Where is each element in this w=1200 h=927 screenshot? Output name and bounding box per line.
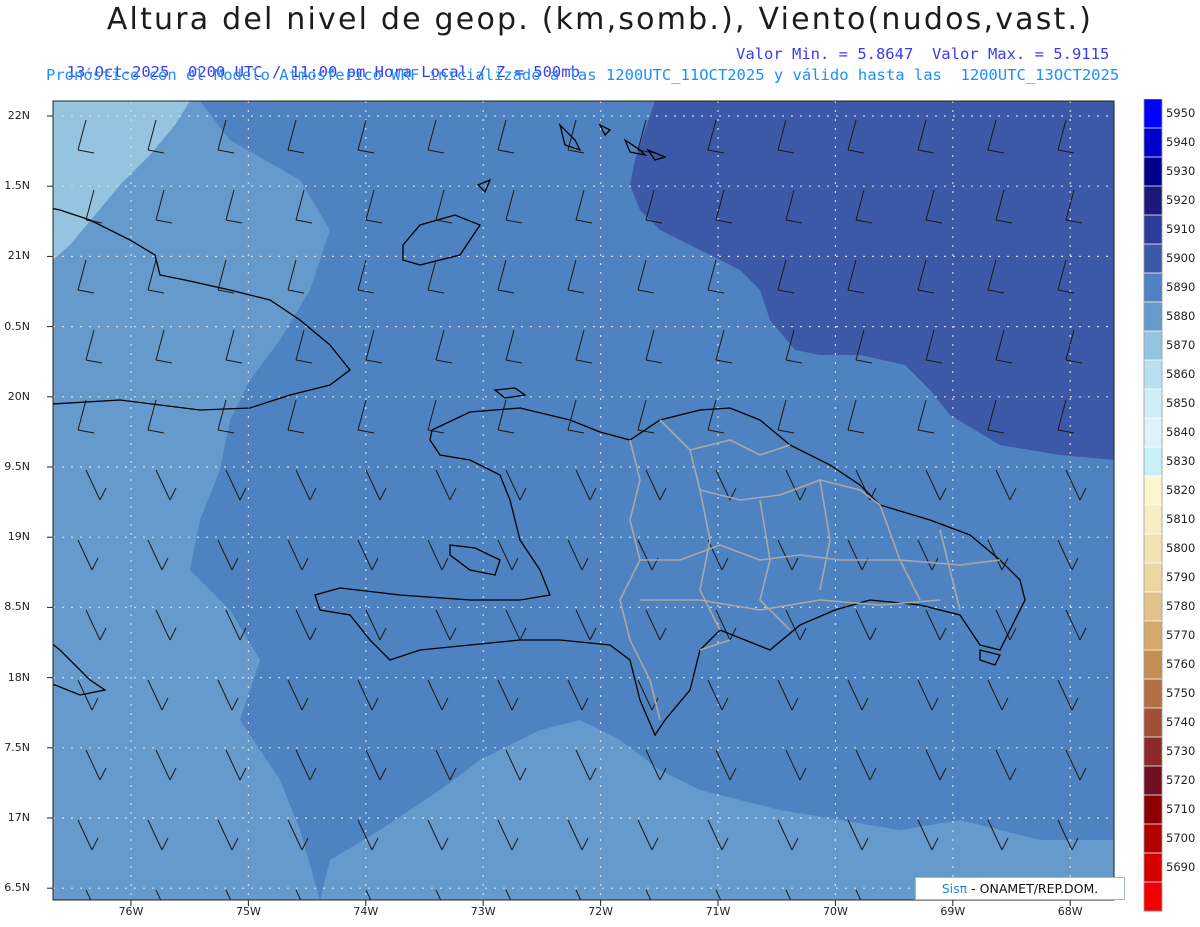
latitude-label: 19N	[7, 530, 30, 544]
latitude-label: 18N	[7, 670, 30, 684]
colorbar-level-label: 5910	[1166, 222, 1196, 236]
longitude-label: 76W	[118, 905, 144, 918]
colorbar-level-label: 5900	[1166, 251, 1196, 265]
colorbar-level-label: 5730	[1166, 744, 1196, 758]
longitude-label: 74W	[353, 905, 379, 918]
latitude-label: 22N	[7, 109, 30, 122]
colorbar-swatch	[1144, 505, 1162, 535]
colorbar-level-label: 5770	[1166, 628, 1196, 642]
longitude-label: 68W	[1057, 905, 1083, 918]
colorbar-level-label: 5760	[1166, 657, 1196, 671]
colorbar-swatch	[1144, 302, 1162, 332]
colorbar-level-label: 5800	[1166, 541, 1196, 555]
colorbar-swatch	[1144, 853, 1162, 883]
colorbar-level-label: 5780	[1166, 599, 1196, 613]
colorbar-swatch	[1144, 534, 1162, 564]
latitude-label: 9.5N	[4, 460, 30, 473]
latitude-label: 1.5N	[4, 179, 30, 193]
latitude-label: 7.5N	[4, 740, 30, 754]
colorbar-swatch	[1144, 824, 1162, 854]
credit-box: Sisπ - ONAMET/REP.DOM.	[915, 877, 1125, 900]
colorbar-level-label: 5820	[1166, 483, 1196, 497]
colorbar-level-label: 5790	[1166, 570, 1196, 584]
colorbar-level-label: 5740	[1166, 715, 1196, 729]
colorbar-swatch	[1144, 795, 1162, 825]
colorbar-swatch	[1144, 244, 1162, 274]
brand-logo-text: Sisπ	[941, 881, 968, 896]
colorbar-level-label: 5700	[1166, 831, 1196, 845]
colorbar-swatch	[1144, 447, 1162, 477]
colorbar-level-label: 5710	[1166, 802, 1196, 816]
credit-text: - ONAMET/REP.DOM.	[971, 881, 1099, 896]
colorbar-level-label: 5860	[1166, 367, 1196, 381]
colorbar-level-label: 5830	[1166, 454, 1196, 468]
colorbar-swatch	[1144, 273, 1162, 303]
colorbar-swatch	[1144, 331, 1162, 361]
longitude-label: 69W	[940, 905, 966, 918]
colorbar-swatch	[1144, 882, 1162, 912]
colorbar-level-label: 5870	[1166, 338, 1196, 352]
colorbar-level-label: 5810	[1166, 512, 1196, 526]
colorbar-swatch	[1144, 563, 1162, 593]
latitude-label: 21N	[7, 249, 30, 263]
forecast-map	[47, 100, 1115, 906]
colorbar-swatch	[1144, 360, 1162, 390]
colorbar-swatch	[1144, 766, 1162, 796]
colorbar-level-label: 5750	[1166, 686, 1196, 700]
colorbar-level-label: 5930	[1166, 164, 1196, 178]
colorbar-swatch	[1144, 186, 1162, 216]
colorbar-swatch	[1144, 621, 1162, 651]
longitude-label: 70W	[822, 905, 848, 918]
colorbar-level-label: 5690	[1166, 860, 1196, 874]
colorbar-level-label: 5880	[1166, 309, 1196, 323]
longitude-label: 75W	[235, 905, 261, 918]
colorbar-swatch	[1144, 650, 1162, 680]
colorbar-swatch	[1144, 128, 1162, 158]
colorbar-level-label: 5920	[1166, 193, 1196, 207]
colorbar-level-label: 5850	[1166, 396, 1196, 410]
colorbar-level-label: 5950	[1166, 106, 1196, 120]
colorbar-swatch	[1144, 157, 1162, 187]
colorbar-level-label: 5720	[1166, 773, 1196, 787]
colorbar-swatch	[1144, 215, 1162, 245]
colorbar-swatch	[1144, 99, 1162, 129]
colorbar-swatch	[1144, 737, 1162, 767]
longitude-label: 71W	[705, 905, 731, 918]
latitude-label: 17N	[7, 811, 30, 824]
latitude-label: 0.5N	[4, 319, 30, 333]
latitude-label: 6.5N	[4, 881, 30, 895]
colorbar-swatch	[1144, 592, 1162, 622]
colorbar-swatch	[1144, 476, 1162, 506]
colorbar-level-label: 5890	[1166, 280, 1196, 294]
colorbar-level-label: 5940	[1166, 135, 1196, 149]
colorbar-swatch	[1144, 708, 1162, 738]
colorbar-level-label: 5840	[1166, 425, 1196, 439]
colorbar-swatch	[1144, 679, 1162, 709]
colorbar-swatch	[1144, 418, 1162, 448]
latitude-label: 8.5N	[4, 600, 30, 614]
colorbar-swatch	[1144, 389, 1162, 419]
latitude-label: 20N	[7, 389, 30, 403]
longitude-label: 72W	[588, 905, 614, 918]
longitude-label: 73W	[470, 905, 496, 918]
